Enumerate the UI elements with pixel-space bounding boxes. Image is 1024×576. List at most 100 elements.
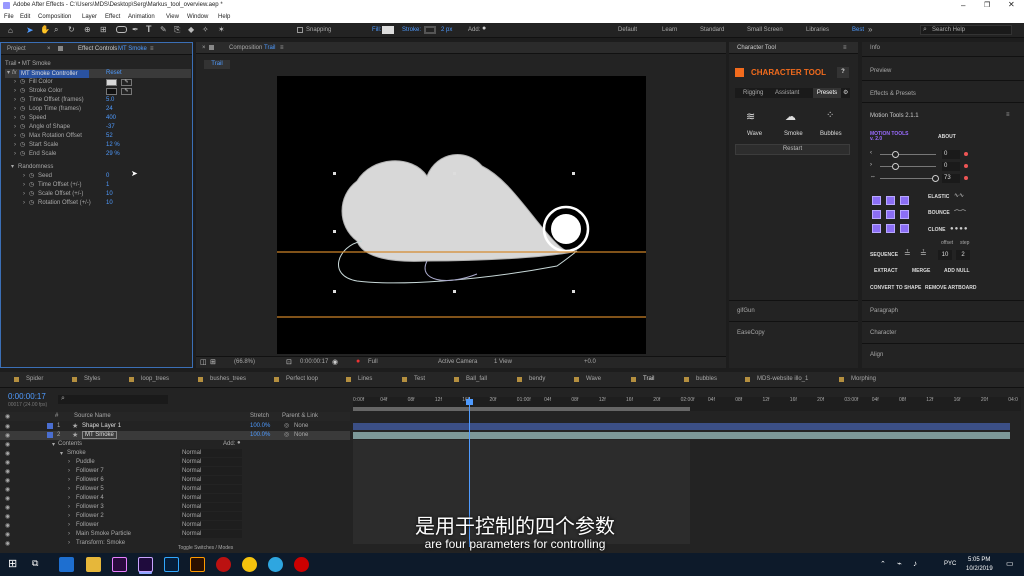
views-select[interactable]: 1 View [494, 359, 512, 365]
playhead-handle[interactable] [466, 399, 473, 405]
sequence-button[interactable]: SEQUENCE [870, 251, 898, 260]
random-property-row[interactable]: › ◷ Time Offset (+/-) 1 [5, 181, 191, 190]
help-button[interactable]: ? [837, 67, 849, 78]
eraser-tool-icon[interactable]: ◆ [188, 25, 194, 34]
stroke-swatch[interactable] [424, 26, 436, 34]
expand-arrow-icon[interactable]: › [14, 78, 16, 87]
random-property-row[interactable]: › ◷ Scale Offset (+/-) 10 [5, 190, 191, 199]
restart-button[interactable]: Restart [735, 144, 850, 155]
stopwatch-icon[interactable]: ◷ [20, 141, 25, 150]
home-icon[interactable]: ⌂ [8, 26, 13, 35]
contents-row[interactable]: ◉ ▾ Contents Add: ● [0, 440, 350, 449]
fx-name[interactable]: MT Smoke Controller [19, 69, 89, 78]
task-view-icon[interactable]: ⧉ [32, 558, 38, 569]
timeline-tab[interactable]: MDS-website illo_1 [757, 376, 808, 382]
eye-icon[interactable]: ◉ [5, 432, 10, 439]
hand-tool-icon[interactable]: ✋ [40, 25, 50, 34]
fx-property-row[interactable]: › ◷ Angle of Shape -37 [5, 123, 191, 132]
fx-property-value[interactable]: 52 [106, 132, 113, 141]
expand-arrow-icon[interactable]: › [14, 141, 16, 150]
comp-current-time[interactable]: 0:00:00:17 [300, 359, 328, 365]
add-icon[interactable]: ● [237, 440, 241, 446]
preview-icon[interactable]: ◫ [200, 358, 207, 366]
timeline-search-input[interactable]: ⌕ [58, 395, 168, 404]
layer-stretch[interactable]: 100.0% [250, 432, 270, 438]
add-null-button[interactable]: ADD NULL [944, 267, 970, 276]
expand-arrow-icon[interactable]: › [68, 522, 70, 528]
gifgun-panel-label[interactable]: gifGun [737, 308, 755, 314]
clock-date[interactable]: 10/2/2019 [966, 566, 993, 572]
tab-effect-controls[interactable]: Effect Controls [78, 46, 117, 52]
timeline-tab[interactable]: loop_trees [141, 376, 169, 382]
blend-mode-select[interactable]: Normal [180, 449, 242, 457]
expand-arrow-icon[interactable]: › [68, 486, 70, 492]
label-color-icon[interactable] [47, 423, 53, 429]
notifications-icon[interactable]: ▭ [1006, 559, 1014, 568]
panel-menu-icon[interactable]: ≡ [280, 45, 284, 51]
fx-property-row[interactable]: › ◷ Max Rotation Offset 52 [5, 132, 191, 141]
panel-menu-icon[interactable]: ≡ [1006, 112, 1010, 118]
slider-value-input[interactable]: 0 [942, 162, 960, 171]
tab-effect-controls-layer[interactable]: MT Smoke [118, 46, 147, 52]
layer-name[interactable]: MT Smoke [82, 431, 117, 439]
preset-smoke[interactable]: ☁ Smoke [775, 110, 809, 140]
fx-property-value[interactable]: 400 [106, 114, 116, 123]
menu-window[interactable]: Window [187, 14, 208, 20]
random-property-value[interactable]: 0 [106, 172, 109, 181]
source-name-header[interactable]: Source Name [74, 413, 111, 419]
puppet-tool-icon[interactable]: ✶ [218, 25, 225, 34]
edge-icon[interactable] [59, 557, 74, 572]
grid-icon[interactable]: ⊞ [210, 358, 216, 366]
expand-arrow-icon[interactable]: › [68, 531, 70, 537]
eye-icon[interactable]: ◉ [5, 504, 10, 511]
recorder-icon[interactable] [294, 557, 309, 572]
expand-arrow-icon[interactable]: ▾ [11, 163, 14, 172]
work-area-bar[interactable] [353, 407, 690, 411]
comp-tab-label[interactable]: Composition [229, 45, 262, 51]
stopwatch-icon[interactable]: ◷ [29, 181, 34, 190]
expand-arrow-icon[interactable]: ▾ [60, 450, 63, 457]
sequence-step-input[interactable]: 2 [956, 250, 970, 260]
workspace-small-screen[interactable]: Small Screen [747, 27, 783, 33]
sublayer-row[interactable]: ◉ › Follower 4 Normal [0, 494, 350, 503]
slider-track[interactable] [880, 154, 936, 155]
timeline-tab[interactable]: Morphing [851, 376, 876, 382]
tab-project[interactable]: Project [7, 46, 26, 52]
sublayer-row[interactable]: ◉ › Follower 6 Normal [0, 476, 350, 485]
easecopy-panel-label[interactable]: EaseCopy [737, 330, 765, 336]
anchor-grid[interactable] [870, 194, 914, 238]
eye-icon[interactable]: ◉ [5, 459, 10, 466]
telegram-icon[interactable] [268, 557, 283, 572]
blend-mode-select[interactable]: Normal [180, 458, 242, 466]
random-property-value[interactable]: 1 [106, 181, 109, 190]
minimize-icon[interactable]: – [961, 1, 965, 10]
expand-arrow-icon[interactable]: › [14, 123, 16, 132]
timeline-tab[interactable]: Spider [26, 376, 43, 382]
expand-arrow-icon[interactable]: › [68, 495, 70, 501]
expand-arrow-icon[interactable]: › [68, 540, 70, 546]
expand-arrow-icon[interactable]: ▾ [7, 69, 10, 78]
keyframe-dot-icon[interactable] [964, 152, 968, 156]
expand-arrow-icon[interactable]: › [14, 87, 16, 96]
info-panel-label[interactable]: Info [870, 45, 880, 51]
volume-icon[interactable]: ♪ [913, 559, 917, 568]
shape-tool-icon[interactable] [116, 26, 127, 33]
color-swatch[interactable] [106, 79, 117, 86]
fx-property-row[interactable]: › ◷ Start Scale 12 % [5, 141, 191, 150]
blend-mode-select[interactable]: Normal [180, 503, 242, 511]
timeline-tab[interactable]: Perfect loop [286, 376, 318, 382]
search-help-box[interactable]: ⌕ Search Help [920, 25, 1012, 35]
close-icon[interactable]: × [202, 45, 206, 51]
restore-icon[interactable]: ❐ [984, 1, 990, 9]
fx-property-value[interactable]: 24 [106, 105, 113, 114]
menu-composition[interactable]: Composition [38, 14, 71, 20]
random-property-row[interactable]: › ◷ Rotation Offset (+/-) 10 [5, 199, 191, 208]
photoshop-icon[interactable] [164, 557, 179, 572]
sequence-offset-input[interactable]: 10 [938, 250, 952, 260]
extract-button[interactable]: EXTRACT [874, 267, 898, 276]
slider-knob[interactable] [892, 163, 899, 170]
sublayer-row[interactable]: ◉ › Transform: Smoke [0, 539, 350, 548]
close-icon[interactable]: ✕ [1008, 0, 1015, 9]
selection-tool-icon[interactable]: ➤ [26, 25, 34, 36]
eye-icon[interactable]: ◉ [5, 477, 10, 484]
